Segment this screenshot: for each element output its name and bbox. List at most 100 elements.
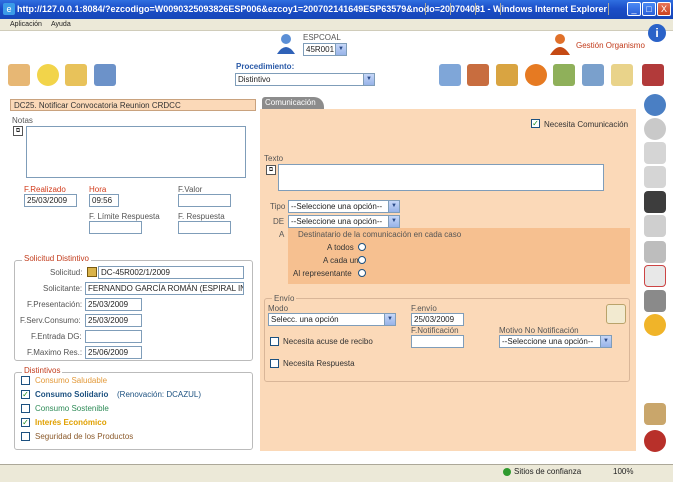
acuse-label: Necesita acuse de recibo (283, 337, 373, 346)
tipo-select[interactable]: --Seleccione una opción-- ▼ (288, 200, 400, 213)
motivo-select[interactable]: --Seleccione una opción-- ▼ (499, 335, 612, 348)
sign-icon[interactable] (611, 64, 633, 86)
notas-textarea[interactable] (26, 126, 246, 178)
books-icon[interactable] (467, 64, 489, 86)
f-notificacion-input[interactable] (411, 335, 464, 348)
menu-bar (0, 19, 673, 31)
distintivo-label-seguridad: Seguridad de los Productos (35, 432, 134, 441)
f-limite-input[interactable] (89, 221, 142, 234)
user-select-value: 45R001 (306, 45, 335, 54)
distintivo-label-interes: Interés Económico (35, 418, 107, 427)
firefox-icon[interactable] (525, 64, 547, 86)
clean-icon[interactable] (644, 403, 666, 425)
acuse-checkbox[interactable] (270, 337, 279, 346)
chevron-down-icon: ▼ (335, 44, 346, 55)
f-realizado-input[interactable]: 25/03/2009 (24, 194, 77, 207)
solicitud-input[interactable]: DC-45R002/1/2009 (98, 266, 244, 279)
tipo-select-value: --Seleccione una opción-- (291, 202, 383, 211)
f-entrada-input[interactable] (85, 330, 142, 343)
status-divider (475, 3, 476, 15)
destinatario-title: Destinatario de la comunicación en cada … (298, 230, 462, 239)
user-select[interactable]: 45R001 ▼ (303, 43, 347, 56)
hora-input[interactable]: 09:56 (89, 194, 119, 207)
folder-small-icon[interactable] (87, 267, 97, 277)
close-button[interactable]: X (657, 2, 671, 16)
texto-textarea[interactable] (278, 164, 604, 191)
f-presentacion-input[interactable]: 25/03/2009 (85, 298, 142, 311)
search-documents-icon[interactable] (553, 64, 575, 86)
info-icon[interactable]: i (648, 24, 666, 42)
distintivo-checkbox-sostenible[interactable] (21, 404, 30, 413)
motivo-select-value: --Seleccione una opción-- (502, 337, 594, 346)
document-gray-icon[interactable] (644, 142, 666, 164)
tab-comunicacion[interactable]: Comunicación (262, 97, 324, 109)
modo-label: Modo (268, 304, 289, 313)
f-serv-consumo-input[interactable]: 25/03/2009 (85, 314, 142, 327)
procedure-select[interactable]: Distintivo ▼ (235, 73, 375, 86)
expand-texto-icon[interactable]: ⧉ (266, 165, 276, 175)
document-stack-icon[interactable] (644, 166, 666, 188)
distintivo-checkbox-saludable[interactable] (21, 376, 30, 385)
dest-option-cada-uno-radio[interactable] (358, 256, 366, 264)
notas-label: Notas (12, 116, 33, 125)
network-icon[interactable] (94, 64, 116, 86)
print-icon[interactable] (644, 241, 666, 263)
dest-option-todos-radio[interactable] (358, 243, 366, 251)
send-mail-icon[interactable] (606, 304, 626, 324)
respuesta-checkbox[interactable] (270, 359, 279, 368)
folder-icon[interactable] (65, 64, 87, 86)
distintivo-checkbox-seguridad[interactable] (21, 432, 30, 441)
attach-icon[interactable] (644, 265, 666, 287)
status-divider (500, 3, 501, 15)
window-title: http://127.0.0.1:8084/?ezcodigo=W0090325… (17, 4, 607, 14)
f-valor-input[interactable] (178, 194, 231, 207)
f-respuesta-input[interactable] (178, 221, 231, 234)
menu-ayuda[interactable]: Ayuda (51, 21, 71, 28)
modo-select[interactable]: Selecc. una opción ▼ (268, 313, 396, 326)
f-maximo-input[interactable]: 25/06/2009 (85, 346, 142, 359)
f-maximo-label: F.Maximo Res.: (27, 348, 83, 357)
printer-icon[interactable] (644, 290, 666, 312)
save-icon[interactable] (644, 191, 666, 213)
tools-icon[interactable] (582, 64, 604, 86)
f-envio-input[interactable]: 25/03/2009 (411, 313, 464, 326)
f-entrada-label: F.Entrada DG: (31, 332, 82, 341)
necesita-comunicacion-checkbox[interactable]: ✓ (531, 119, 540, 128)
expand-notas-icon[interactable]: ⧉ (13, 126, 23, 136)
tipo-label: Tipo (270, 202, 286, 211)
chevron-down-icon: ▼ (388, 201, 399, 212)
search-icon[interactable] (644, 94, 666, 116)
trusted-site-icon (503, 468, 511, 476)
maximize-button[interactable]: □ (642, 2, 656, 16)
exit-icon[interactable] (644, 430, 666, 452)
f-notificacion-label: F.Notificación (411, 326, 459, 335)
minimize-button[interactable]: _ (627, 2, 641, 16)
hora-label: Hora (89, 185, 107, 194)
solicitante-label: Solicitante: (43, 284, 83, 293)
distintivos-legend: Distintivos (22, 366, 63, 375)
zoom-level[interactable]: 100% (613, 467, 633, 476)
laptop-icon[interactable] (439, 64, 461, 86)
window-title-bar: http://127.0.0.1:8084/?ezcodigo=W0090325… (0, 0, 673, 19)
solicitante-input[interactable]: FERNANDO GARCÍA ROMÁN (ESPIRAL INF (85, 282, 244, 295)
f-presentacion-label: F.Presentación: (27, 300, 83, 309)
menu-aplicacion[interactable]: Aplicación (10, 21, 42, 28)
distintivo-checkbox-interes[interactable]: ✓ (21, 418, 30, 427)
back-icon[interactable] (644, 118, 666, 140)
modo-select-value: Selecc. una opción (271, 315, 339, 324)
dest-option-todos-label: A todos (327, 243, 354, 252)
de-select[interactable]: --Seleccione una opción-- ▼ (288, 215, 400, 228)
gear-icon[interactable] (644, 314, 666, 336)
ie-icon: e (3, 3, 15, 15)
red-book-icon[interactable] (642, 64, 664, 86)
edit-document-icon[interactable] (8, 64, 30, 86)
task-title: DC25. Notificar Convocatoria Reunion CRD… (10, 99, 256, 111)
necesita-comunicacion-label: Necesita Comunicación (544, 120, 629, 129)
archive-icon[interactable] (496, 64, 518, 86)
f-envio-label: F.envío (411, 304, 437, 313)
distintivo-checkbox-solidario[interactable]: ✓ (21, 390, 30, 399)
copy-icon[interactable] (644, 215, 666, 237)
dest-option-representante-radio[interactable] (358, 269, 366, 277)
organismo-label: Gestión Organismo (576, 41, 645, 50)
idea-bulb-icon[interactable] (37, 64, 59, 86)
